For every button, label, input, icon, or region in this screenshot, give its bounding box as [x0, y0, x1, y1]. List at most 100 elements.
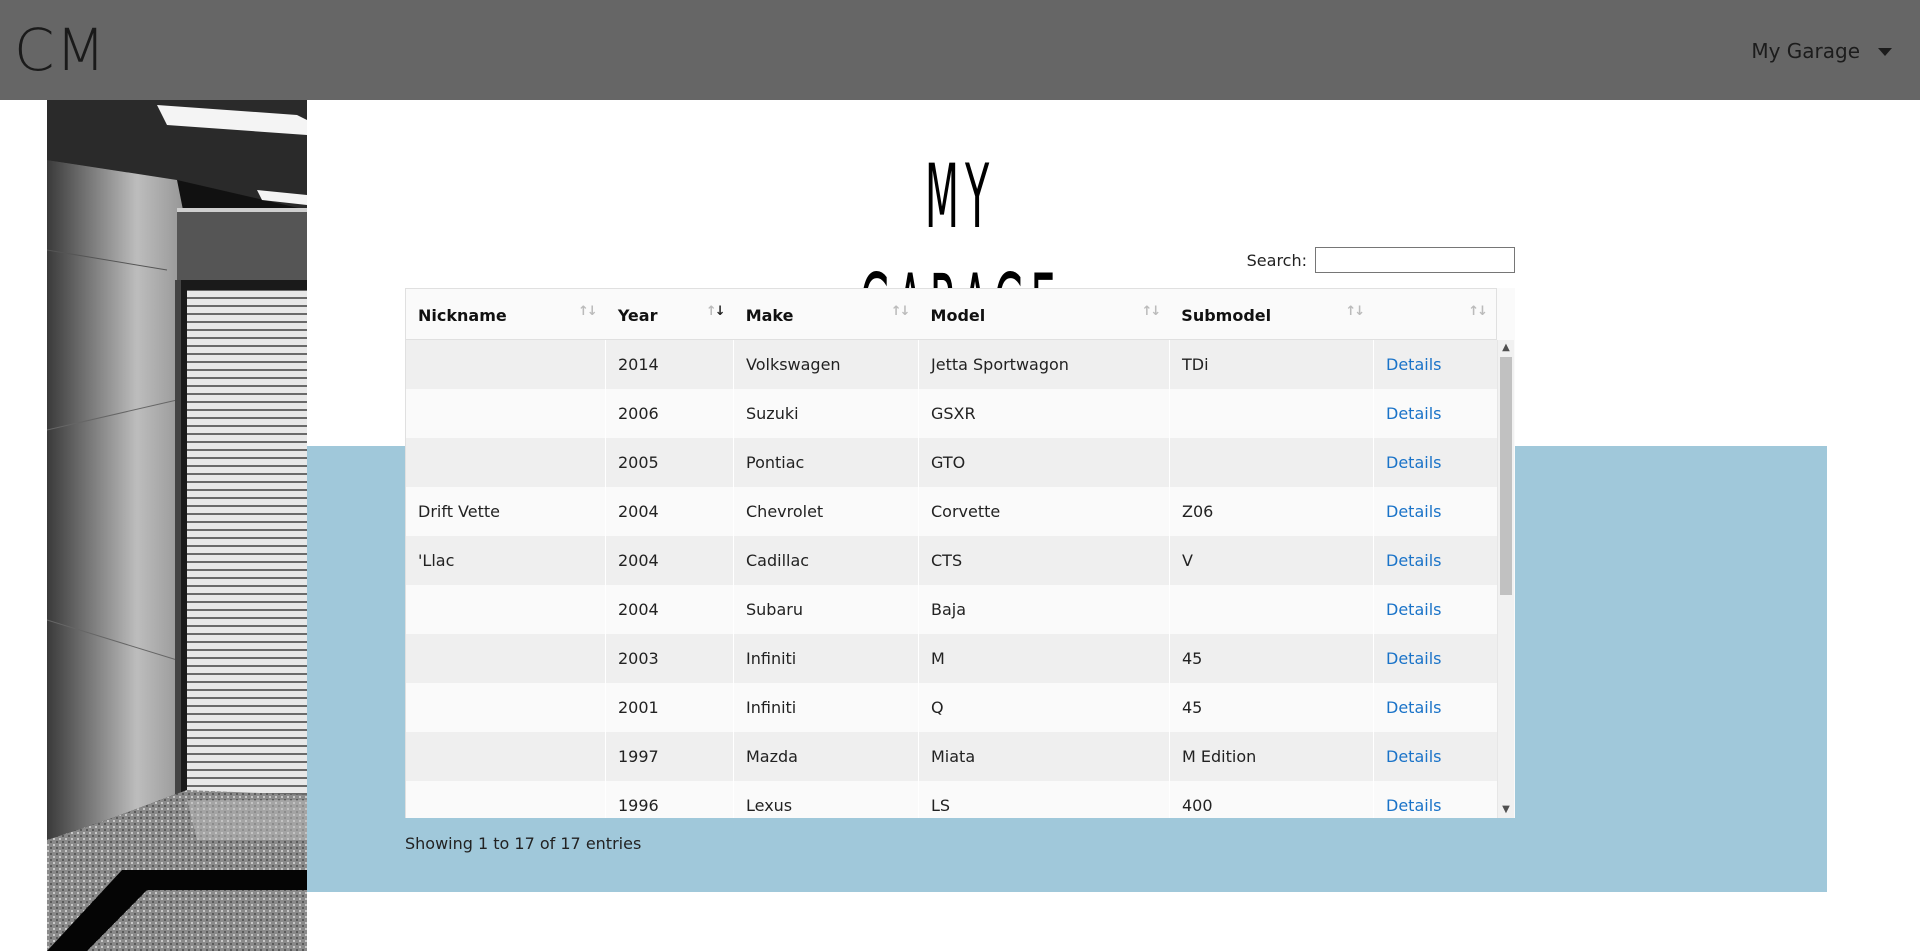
scrollbar-thumb[interactable]: [1500, 357, 1512, 595]
cell-year: 2004: [606, 585, 734, 634]
cell-nickname: 'Llac: [406, 536, 606, 585]
table-row: 'Llac 2004 Cadillac CTS V Details: [406, 536, 1497, 585]
column-header-year[interactable]: Year ↑↓: [606, 289, 734, 339]
cell-make: Chevrolet: [734, 487, 919, 536]
column-header-label: Submodel: [1181, 306, 1272, 325]
nav-menu-label[interactable]: My Garage: [1751, 39, 1860, 63]
column-header-make[interactable]: Make ↑↓: [734, 289, 919, 339]
sort-icon: ↑↓: [1141, 304, 1162, 319]
cell-action: Details: [1374, 487, 1497, 536]
cell-make: Subaru: [734, 585, 919, 634]
cell-action: Details: [1374, 732, 1497, 781]
details-link[interactable]: Details: [1386, 649, 1441, 668]
cell-action: Details: [1374, 683, 1497, 732]
sort-desc-icon: ↑↓: [705, 304, 726, 319]
cell-year: 2004: [606, 487, 734, 536]
garage-photo: [47, 100, 307, 951]
cell-submodel: [1170, 585, 1374, 634]
search-input[interactable]: [1315, 247, 1515, 273]
cell-year: 2005: [606, 438, 734, 487]
cell-make: Mazda: [734, 732, 919, 781]
cell-nickname: [406, 389, 606, 438]
cell-make: Lexus: [734, 781, 919, 818]
column-header-nickname[interactable]: Nickname ↑↓: [406, 289, 606, 339]
table-row: 1997 Mazda Miata M Edition Details: [406, 732, 1497, 781]
cell-make: Suzuki: [734, 389, 919, 438]
details-link[interactable]: Details: [1386, 747, 1441, 766]
cell-action: Details: [1374, 781, 1497, 818]
table-row: 2003 Infiniti M 45 Details: [406, 634, 1497, 683]
cell-submodel: [1170, 389, 1374, 438]
column-header-actions[interactable]: ↑↓: [1373, 289, 1496, 339]
table-scrollbar[interactable]: ▲ ▼: [1497, 340, 1514, 818]
cell-year: 1997: [606, 732, 734, 781]
table-row: 2006 Suzuki GSXR Details: [406, 389, 1497, 438]
cell-year: 2014: [606, 340, 734, 389]
cell-submodel: [1170, 438, 1374, 487]
cell-action: Details: [1374, 438, 1497, 487]
search-label: Search:: [1246, 250, 1307, 270]
cell-make: Pontiac: [734, 438, 919, 487]
details-link[interactable]: Details: [1386, 551, 1441, 570]
chevron-down-icon[interactable]: [1878, 48, 1892, 56]
cell-submodel: Z06: [1170, 487, 1374, 536]
cell-submodel: M Edition: [1170, 732, 1374, 781]
cell-action: Details: [1374, 585, 1497, 634]
cell-nickname: [406, 732, 606, 781]
sort-icon: ↑↓: [890, 304, 911, 319]
details-link[interactable]: Details: [1386, 698, 1441, 717]
details-link[interactable]: Details: [1386, 502, 1441, 521]
cell-nickname: [406, 438, 606, 487]
cell-submodel: V: [1170, 536, 1374, 585]
details-link[interactable]: Details: [1386, 404, 1441, 423]
cell-submodel: 45: [1170, 683, 1374, 732]
sort-icon: ↑↓: [578, 304, 598, 319]
cell-year: 2003: [606, 634, 734, 683]
table-row: 1996 Lexus LS 400 Details: [406, 781, 1497, 818]
cell-model: LS: [919, 781, 1170, 818]
table-row: 2005 Pontiac GTO Details: [406, 438, 1497, 487]
garage-table: Nickname ↑↓ Year ↑↓ Make ↑↓ Model ↑↓ Sub…: [405, 288, 1515, 818]
cell-model: Corvette: [919, 487, 1170, 536]
cell-nickname: [406, 634, 606, 683]
cell-submodel: TDi: [1170, 340, 1374, 389]
column-header-model[interactable]: Model ↑↓: [919, 289, 1170, 339]
cell-nickname: [406, 683, 606, 732]
cell-action: Details: [1374, 340, 1497, 389]
details-link[interactable]: Details: [1386, 453, 1441, 472]
cell-model: Miata: [919, 732, 1170, 781]
cell-make: Infiniti: [734, 634, 919, 683]
cell-model: GTO: [919, 438, 1170, 487]
scroll-up-icon[interactable]: ▲: [1498, 340, 1514, 356]
nav-menu-my-garage[interactable]: My Garage: [1751, 36, 1892, 66]
cell-action: Details: [1374, 634, 1497, 683]
cell-year: 1996: [606, 781, 734, 818]
column-header-label: Year: [617, 306, 658, 325]
cell-year: 2006: [606, 389, 734, 438]
cell-nickname: [406, 781, 606, 818]
top-header: CM My Garage: [0, 0, 1920, 100]
details-link[interactable]: Details: [1386, 600, 1441, 619]
cell-action: Details: [1374, 389, 1497, 438]
table-row: 2001 Infiniti Q 45 Details: [406, 683, 1497, 732]
cell-action: Details: [1374, 536, 1497, 585]
cell-make: Volkswagen: [734, 340, 919, 389]
cell-nickname: Drift Vette: [406, 487, 606, 536]
cell-nickname: [406, 340, 606, 389]
table-header: Nickname ↑↓ Year ↑↓ Make ↑↓ Model ↑↓ Sub…: [405, 288, 1497, 340]
cell-submodel: 400: [1170, 781, 1374, 818]
cell-year: 2004: [606, 536, 734, 585]
table-row: 2004 Subaru Baja Details: [406, 585, 1497, 634]
cell-submodel: 45: [1170, 634, 1374, 683]
column-header-submodel[interactable]: Submodel ↑↓: [1169, 289, 1373, 339]
logo[interactable]: CM: [14, 18, 107, 82]
cell-make: Infiniti: [734, 683, 919, 732]
scroll-down-icon[interactable]: ▼: [1498, 802, 1514, 818]
table-search: Search:: [1200, 245, 1515, 275]
column-header-label: Make: [745, 306, 794, 325]
cell-model: GSXR: [919, 389, 1170, 438]
cell-model: Baja: [919, 585, 1170, 634]
details-link[interactable]: Details: [1386, 796, 1441, 815]
table-body: 2014 Volkswagen Jetta Sportwagon TDi Det…: [405, 340, 1497, 818]
details-link[interactable]: Details: [1386, 355, 1441, 374]
